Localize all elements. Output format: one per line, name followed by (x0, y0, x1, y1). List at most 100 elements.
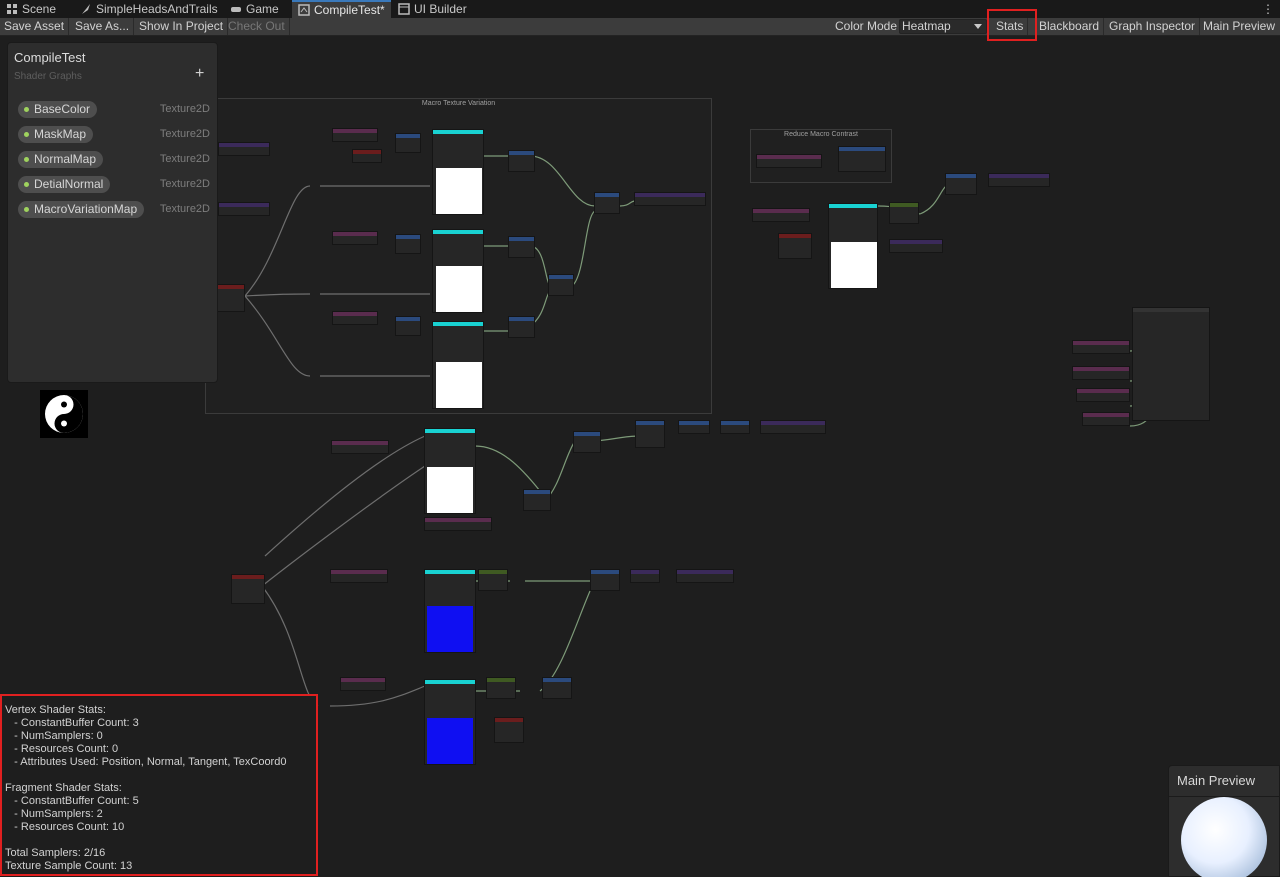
property-node[interactable] (218, 142, 270, 156)
uv-node[interactable] (215, 284, 245, 312)
sample-texture-node[interactable] (424, 679, 476, 765)
property-node[interactable] (634, 192, 706, 206)
save-as-button[interactable]: Save As... (71, 18, 135, 35)
math-node[interactable] (395, 133, 421, 153)
tab-label: SimpleHeadsAndTrails (96, 2, 218, 16)
property-pill-maskmap[interactable]: MaskMap (18, 126, 94, 143)
property-node[interactable] (889, 239, 943, 253)
math-node[interactable] (542, 677, 572, 699)
math-node[interactable] (720, 420, 750, 434)
blackboard-panel[interactable]: CompileTest Shader Graphs + BaseColor Te… (7, 42, 218, 383)
property-node[interactable] (1072, 366, 1130, 380)
property-node[interactable] (352, 149, 382, 163)
property-node[interactable] (756, 154, 822, 168)
graph-inspector-button[interactable]: Graph Inspector (1105, 18, 1201, 35)
sample-texture-node[interactable] (424, 428, 476, 514)
blackboard-property-row[interactable]: MaskMap Texture2D (18, 126, 210, 143)
property-pill-normalmap[interactable]: NormalMap (18, 151, 104, 168)
tab-label: CompileTest* (314, 3, 385, 17)
property-node[interactable] (752, 208, 810, 222)
property-node[interactable] (988, 173, 1050, 187)
show-in-project-button[interactable]: Show In Project (135, 18, 229, 35)
sample-texture-node[interactable] (432, 129, 484, 215)
blackboard-property-row[interactable]: NormalMap Texture2D (18, 151, 210, 168)
property-node[interactable] (1082, 412, 1130, 426)
blackboard-property-row[interactable]: BaseColor Texture2D (18, 101, 210, 118)
property-node[interactable] (218, 202, 270, 216)
preview-sphere[interactable] (1181, 797, 1267, 877)
uv-node[interactable] (231, 574, 265, 604)
property-node[interactable] (331, 440, 389, 454)
math-node[interactable] (838, 146, 886, 172)
property-node[interactable] (332, 231, 378, 245)
blackboard-property-row[interactable]: DetialNormal Texture2D (18, 176, 210, 193)
math-node[interactable] (395, 234, 421, 254)
stats-button[interactable]: Stats (992, 18, 1029, 35)
property-pill-detialnormal[interactable]: DetialNormal (18, 176, 111, 193)
math-node[interactable] (678, 420, 710, 434)
blackboard-subtitle: Shader Graphs (14, 71, 82, 82)
property-node[interactable] (330, 569, 388, 583)
main-preview-button[interactable]: Main Preview (1199, 18, 1279, 35)
math-node[interactable] (630, 569, 660, 583)
property-node[interactable] (676, 569, 734, 583)
property-node[interactable] (1072, 340, 1130, 354)
property-name: MacroVariationMap (34, 202, 138, 216)
property-type: Texture2D (159, 203, 210, 215)
math-node[interactable] (548, 274, 574, 296)
stat-line (5, 834, 313, 847)
property-node[interactable] (340, 677, 386, 691)
sample-texture-node[interactable] (828, 203, 878, 289)
math-node[interactable] (494, 717, 524, 743)
math-node[interactable] (590, 569, 620, 591)
gamepad-icon (231, 7, 241, 12)
math-node[interactable] (945, 173, 977, 195)
math-node[interactable] (508, 150, 535, 172)
sample-texture-node[interactable] (432, 321, 484, 409)
property-name: BaseColor (34, 102, 91, 116)
math-node[interactable] (573, 431, 601, 453)
sample-texture-node[interactable] (424, 569, 476, 653)
math-node[interactable] (395, 316, 421, 336)
math-node[interactable] (508, 316, 535, 338)
property-node[interactable] (760, 420, 826, 434)
math-node[interactable] (523, 489, 551, 511)
stat-line: - NumSamplers: 2 (5, 808, 103, 820)
save-asset-button[interactable]: Save Asset (0, 18, 70, 35)
property-node[interactable] (332, 311, 378, 325)
node-preview (427, 718, 473, 764)
property-pill-basecolor[interactable]: BaseColor (18, 101, 98, 118)
sample-texture-node[interactable] (432, 229, 484, 313)
group-title: Reduce Macro Contrast (784, 131, 858, 138)
tab-game[interactable]: Game (224, 0, 285, 18)
property-pill-macrovariationmap[interactable]: MacroVariationMap (18, 201, 145, 218)
math-node[interactable] (508, 236, 535, 258)
math-node[interactable] (478, 569, 508, 591)
tab-simpleheadsandtrails[interactable]: SimpleHeadsAndTrails (74, 0, 224, 18)
math-node[interactable] (486, 677, 516, 699)
shader-feather-icon (82, 4, 90, 14)
property-node[interactable] (424, 517, 492, 531)
stat-line: Vertex Shader Stats: (5, 704, 106, 716)
color-mode-label: Color Mode (835, 19, 898, 33)
blackboard-property-row[interactable]: MacroVariationMap Texture2D (18, 201, 210, 218)
tab-compiletest[interactable]: CompileTest* (292, 0, 391, 18)
master-stack-node[interactable] (1132, 307, 1210, 421)
add-property-icon[interactable]: + (195, 65, 204, 83)
property-name: DetialNormal (34, 177, 104, 191)
blackboard-button[interactable]: Blackboard (1035, 18, 1105, 35)
editor-tab-bar: Scene SimpleHeadsAndTrails Game CompileT… (0, 0, 1280, 18)
math-node[interactable] (889, 202, 919, 224)
uv-node[interactable] (778, 233, 812, 259)
color-mode-dropdown[interactable]: Heatmap (899, 19, 987, 34)
stat-line: Fragment Shader Stats: (5, 782, 122, 794)
tab-ui-builder[interactable]: UI Builder (392, 0, 473, 18)
math-node[interactable] (594, 192, 620, 214)
property-node[interactable] (332, 128, 378, 142)
math-node[interactable] (635, 420, 665, 448)
more-options-icon[interactable]: ⋮ (1262, 2, 1274, 16)
property-type: Texture2D (159, 178, 210, 190)
tab-scene[interactable]: Scene (0, 0, 62, 18)
property-node[interactable] (1076, 388, 1130, 402)
main-preview-panel[interactable]: Main Preview (1168, 765, 1280, 877)
